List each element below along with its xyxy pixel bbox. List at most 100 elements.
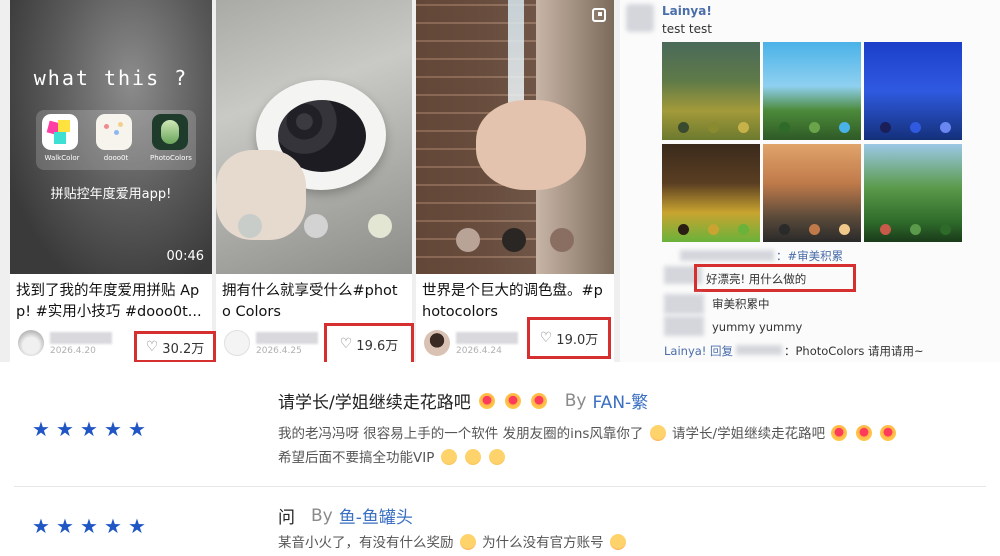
heart-emoji-icon bbox=[478, 392, 495, 409]
dooo0t-app-icon bbox=[96, 114, 132, 150]
post-caption: 拥有什么就享受什么#photo Colors bbox=[222, 283, 398, 320]
post-card[interactable]: what this ? WalkColor dooo0t PhotoColors… bbox=[10, 0, 212, 362]
post-date: 2026.4.20 bbox=[50, 346, 96, 356]
silly-emoji-icon bbox=[609, 534, 626, 550]
star-rating: ★ ★ ★ ★ ★ bbox=[32, 417, 146, 441]
review-item: ★ ★ ★ ★ ★ 请学长/学姐继续走花路吧 By FAN-繁 我的老冯冯呀 很… bbox=[0, 362, 1000, 486]
review-text: 请学长/学姐继续走花路吧 bbox=[672, 426, 826, 442]
review-body: 某音小火了，有没有什么奖励 为什么没有官方账号 bbox=[278, 531, 978, 555]
heart-icon: ♡ bbox=[339, 336, 353, 352]
multi-image-icon bbox=[592, 8, 606, 22]
review-title-row: 请学长/学姐继续走花路吧 By FAN-繁 bbox=[278, 388, 648, 414]
app-icons-row: WalkColor dooo0t PhotoColors bbox=[36, 110, 196, 170]
by-label: By bbox=[311, 505, 333, 526]
star-icon: ★ bbox=[128, 514, 146, 538]
blurred-username[interactable] bbox=[736, 345, 782, 355]
review-item: ★ ★ ★ ★ ★ 问 By 鱼-鱼罐头 某音小火了，有没有什么奖励 为什么没有… bbox=[0, 487, 1000, 556]
photo[interactable] bbox=[864, 144, 962, 242]
star-icon: ★ bbox=[128, 417, 146, 441]
avatar[interactable] bbox=[224, 330, 250, 356]
star-icon: ★ bbox=[104, 514, 122, 538]
username-blurred[interactable] bbox=[50, 332, 112, 344]
chat-panel: Lainya! test test ：#审美积累 好漂亮! 用什么做的 审美积累… bbox=[620, 0, 1000, 362]
swatch bbox=[502, 228, 526, 252]
star-icon: ★ bbox=[56, 417, 74, 441]
star-icon: ★ bbox=[56, 514, 74, 538]
chat-username[interactable]: Lainya! bbox=[662, 4, 712, 18]
star-rating: ★ ★ ★ ★ ★ bbox=[32, 514, 146, 538]
video-duration: 00:46 bbox=[166, 249, 204, 264]
like-count: 30.2万 bbox=[162, 341, 205, 357]
photo[interactable] bbox=[763, 144, 861, 242]
review-author[interactable]: 鱼-鱼罐头 bbox=[339, 503, 413, 528]
chat-message: test test bbox=[662, 22, 712, 36]
post-date: 2026.4.25 bbox=[256, 346, 302, 356]
heart-emoji-icon bbox=[831, 425, 848, 441]
heart-icon: ♡ bbox=[145, 339, 159, 355]
photo[interactable] bbox=[864, 42, 962, 140]
sad-emoji-icon bbox=[489, 449, 506, 465]
star-icon: ★ bbox=[80, 514, 98, 538]
review-author[interactable]: FAN-繁 bbox=[592, 388, 648, 413]
photo[interactable] bbox=[662, 42, 760, 140]
app-label-photocolors: PhotoColors bbox=[150, 154, 192, 162]
reply-suffix: ：PhotoColors 请用请用~ bbox=[784, 344, 924, 358]
social-feed-collage: what this ? WalkColor dooo0t PhotoColors… bbox=[0, 0, 1000, 365]
reply-prefix[interactable]: Lainya! 回复 bbox=[664, 343, 733, 359]
star-icon: ★ bbox=[80, 417, 98, 441]
blurred-username[interactable] bbox=[680, 250, 774, 261]
post-image: what this ? WalkColor dooo0t PhotoColors… bbox=[10, 0, 212, 274]
wink-emoji-icon bbox=[649, 425, 666, 441]
heart-emoji-icon bbox=[879, 425, 896, 441]
avatar[interactable] bbox=[18, 330, 44, 356]
like-count-highlight[interactable]: ♡ 19.6万 bbox=[324, 323, 414, 365]
chat-reply: yummy yummy bbox=[712, 320, 803, 334]
comment-highlight-box bbox=[694, 264, 856, 292]
swatch bbox=[238, 214, 262, 238]
star-icon: ★ bbox=[32, 417, 50, 441]
post-date: 2026.4.24 bbox=[456, 346, 502, 356]
chat-tag-line: ：#审美积累 bbox=[776, 249, 844, 263]
overlay-title: what this ? bbox=[33, 66, 189, 90]
heart-emoji-icon bbox=[530, 392, 547, 409]
blurred-avatar[interactable] bbox=[664, 316, 704, 336]
app-label-walkcolor: WalkColor bbox=[44, 154, 80, 162]
post-card[interactable]: 拥有什么就享受什么#photo Colors 2026.4.25 bbox=[216, 0, 412, 362]
like-count-highlight[interactable]: ♡ 30.2万 bbox=[134, 331, 216, 363]
like-count-highlight[interactable]: ♡ 19.0万 bbox=[527, 317, 611, 359]
sad-emoji-icon bbox=[464, 449, 481, 465]
heart-icon: ♡ bbox=[539, 330, 553, 346]
blurred-avatar[interactable] bbox=[664, 294, 704, 314]
swatch bbox=[550, 228, 574, 252]
review-title: 问 bbox=[278, 508, 295, 528]
review-text: 希望后面不要搞全功能VIP bbox=[278, 450, 435, 466]
review-title-row: 问 By 鱼-鱼罐头 bbox=[278, 503, 413, 529]
sad-emoji-icon bbox=[440, 449, 457, 465]
swatch bbox=[456, 228, 480, 252]
post-caption: 找到了我的年度爱用拼贴 App! #实用小技巧 #dooo0t... bbox=[16, 283, 202, 320]
post-card[interactable]: 世界是个巨大的调色盘。#p hotocolors 2026.4.24 bbox=[416, 0, 614, 362]
hand bbox=[476, 100, 586, 190]
post-image bbox=[416, 0, 614, 274]
post-image bbox=[216, 0, 412, 274]
walkcolor-app-icon bbox=[42, 114, 78, 150]
photo[interactable] bbox=[763, 42, 861, 140]
like-count: 19.0万 bbox=[556, 332, 599, 348]
like-count: 19.6万 bbox=[356, 338, 399, 354]
avatar[interactable] bbox=[424, 330, 450, 356]
photocolors-app-icon bbox=[152, 114, 188, 150]
chat-reply: 审美积累中 bbox=[712, 297, 770, 311]
chat-avatar-blurred[interactable] bbox=[626, 4, 654, 32]
overlay-subtitle: 拼贴控年度爱用app! bbox=[50, 187, 172, 202]
username-blurred[interactable] bbox=[256, 332, 318, 344]
star-icon: ★ bbox=[32, 514, 50, 538]
photo[interactable] bbox=[662, 144, 760, 242]
review-text: 为什么没有官方账号 bbox=[482, 535, 604, 551]
heart-emoji-icon bbox=[855, 425, 872, 441]
review-body: 我的老冯冯呀 很容易上手的一个软件 发朋友圈的ins风靠你了 请学长/学姐继续走… bbox=[278, 422, 978, 470]
username-blurred[interactable] bbox=[456, 332, 518, 344]
app-label-dooo0t: dooo0t bbox=[103, 154, 129, 162]
review-text: 某音小火了，有没有什么奖励 bbox=[278, 535, 454, 551]
star-icon: ★ bbox=[104, 417, 122, 441]
silly-emoji-icon bbox=[459, 534, 476, 550]
